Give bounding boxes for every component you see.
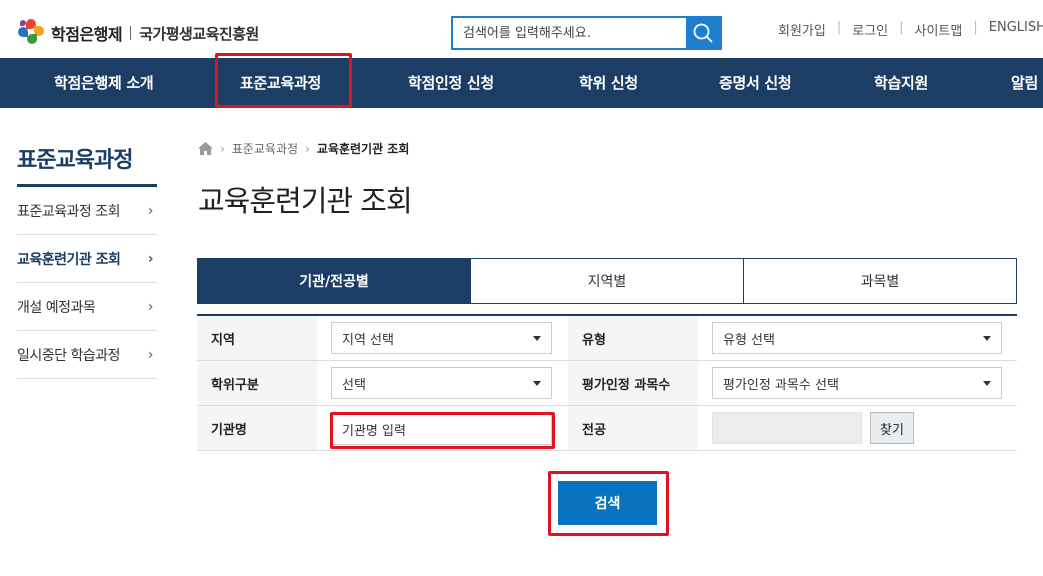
home-icon[interactable] — [198, 142, 213, 155]
search-icon — [693, 23, 713, 43]
lnb-item-standard-curriculum[interactable]: 표준교육과정 조회 › — [17, 187, 157, 235]
main-nav: 학점은행제 소개 표준교육과정 학점인정 신청 학위 신청 증명서 신청 학습지… — [0, 58, 1043, 108]
caret-down-icon — [533, 380, 541, 386]
institution-input[interactable]: 기관명 입력 — [331, 413, 552, 445]
lnb-item-label: 표준교육과정 조회 — [17, 203, 121, 220]
form-row-degree: 학위구분 선택 평가인정 과목수 평가인정 과목수 선택 — [197, 361, 1017, 406]
major-input — [712, 412, 862, 444]
chevron-right-icon: › — [147, 202, 154, 219]
credit-count-select-value: 평가인정 과목수 선택 — [723, 377, 839, 393]
nav-item-certificate[interactable]: 증명서 신청 — [719, 58, 792, 108]
lnb-item-label: 일시중단 학습과정 — [17, 347, 121, 364]
nav-item-learning-support[interactable]: 학습지원 — [874, 58, 928, 108]
form-row-region: 지역 지역 선택 유형 유형 선택 — [197, 316, 1017, 361]
chevron-right-icon: › — [147, 298, 154, 315]
tab-institution-major[interactable]: 기관/전공별 — [198, 259, 470, 303]
tab-region[interactable]: 지역별 — [470, 259, 743, 303]
nav-item-about[interactable]: 학점은행제 소개 — [54, 58, 154, 108]
search-button[interactable] — [686, 18, 720, 48]
region-label: 지역 — [197, 316, 317, 360]
type-select[interactable]: 유형 선택 — [712, 322, 1002, 354]
find-major-button[interactable]: 찾기 — [870, 412, 914, 444]
search-tabs: 기관/전공별 지역별 과목별 — [197, 258, 1017, 304]
major-label: 전공 — [568, 406, 698, 450]
lnb-item-label: 교육훈련기관 조회 — [17, 251, 121, 268]
logo-org: 국가평생교육진흥원 — [139, 24, 259, 43]
util-divider: | — [973, 20, 978, 35]
region-select[interactable]: 지역 선택 — [331, 322, 552, 354]
english-link[interactable]: ENGLISH — [989, 20, 1043, 39]
breadcrumb-separator: › — [305, 141, 310, 156]
search-submit-button[interactable]: 검색 — [558, 481, 657, 525]
breadcrumb-separator: › — [220, 141, 225, 156]
signup-link[interactable]: 회원가입 — [778, 20, 826, 39]
chevron-right-icon: › — [147, 346, 154, 363]
sitemap-link[interactable]: 사이트맵 — [915, 20, 963, 39]
nav-item-notice[interactable]: 알림 — [1011, 58, 1038, 108]
institution-label: 기관명 — [197, 406, 317, 450]
degree-select[interactable]: 선택 — [331, 367, 552, 399]
caret-down-icon — [983, 380, 991, 386]
lnb-item-institution-search[interactable]: 교육훈련기관 조회 › — [17, 235, 157, 283]
tab-subject[interactable]: 과목별 — [743, 259, 1016, 303]
logo-name: 학점은행제 — [51, 25, 123, 44]
region-select-value: 지역 선택 — [342, 332, 394, 348]
utility-links: 회원가입 | 로그인 | 사이트맵 | ENGLISH — [778, 20, 1043, 39]
search-box — [451, 16, 722, 50]
type-select-value: 유형 선택 — [723, 332, 775, 348]
nav-item-degree-apply[interactable]: 학위 신청 — [579, 58, 638, 108]
page-title: 교육훈련기관 조회 — [198, 184, 413, 218]
login-link[interactable]: 로그인 — [852, 20, 888, 39]
search-input[interactable] — [453, 18, 686, 48]
logo-divider — [130, 26, 132, 40]
site-logo[interactable]: 학점은행제 국가평생교육진흥원 — [17, 19, 259, 47]
degree-label: 학위구분 — [197, 361, 317, 405]
breadcrumb-current: 교육훈련기관 조회 — [316, 142, 410, 156]
caret-down-icon — [533, 335, 541, 341]
lnb-title: 표준교육과정 — [17, 148, 133, 173]
type-label: 유형 — [568, 316, 698, 360]
lnb-item-planned-courses[interactable]: 개설 예정과목 › — [17, 283, 157, 331]
chevron-right-icon: › — [147, 250, 154, 267]
breadcrumb-parent[interactable]: 표준교육과정 — [232, 140, 298, 157]
lnb-item-label: 개설 예정과목 — [17, 299, 96, 316]
nav-item-credit-apply[interactable]: 학점인정 신청 — [408, 58, 494, 108]
logo-flower-icon — [17, 19, 45, 47]
nav-item-standard-curriculum[interactable]: 표준교육과정 — [240, 58, 321, 108]
form-row-institution: 기관명 기관명 입력 전공 찾기 — [197, 406, 1017, 451]
breadcrumb: › 표준교육과정 › 교육훈련기관 조회 — [198, 140, 409, 157]
lnb-item-suspended-courses[interactable]: 일시중단 학습과정 › — [17, 331, 157, 379]
degree-select-value: 선택 — [342, 377, 366, 393]
util-divider: | — [899, 20, 904, 35]
caret-down-icon — [983, 335, 991, 341]
credit-count-select[interactable]: 평가인정 과목수 선택 — [712, 367, 1002, 399]
util-divider: | — [836, 20, 842, 35]
credit-count-label: 평가인정 과목수 — [568, 361, 698, 405]
